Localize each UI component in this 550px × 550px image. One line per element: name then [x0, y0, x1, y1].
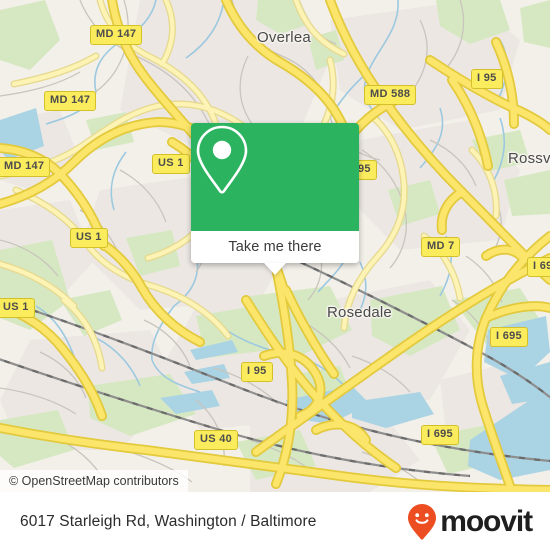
shield-i-95-top: I 95 — [471, 69, 503, 89]
place-label-rossville: Rossv — [508, 150, 550, 167]
map-attribution[interactable]: © OpenStreetMap contributors — [0, 470, 188, 492]
shield-md-147-north: MD 147 — [90, 25, 143, 45]
shield-md-588: MD 588 — [364, 85, 417, 105]
place-label-overlea: Overlea — [257, 29, 311, 46]
callout-pin-area — [191, 123, 359, 231]
moovit-map-screen: Overlea Rossv Rosedale MD 147 MD 147 MD … — [0, 0, 550, 550]
shield-i-95-bottom: I 95 — [241, 362, 273, 382]
shield-us-1-upper: US 1 — [152, 154, 190, 174]
map-canvas[interactable]: Overlea Rossv Rosedale MD 147 MD 147 MD … — [0, 0, 550, 492]
callout-tail-triangle — [264, 263, 286, 275]
bottom-bar: 6017 Starleigh Rd, Washington / Baltimor… — [0, 492, 550, 550]
take-me-there-label: Take me there — [228, 239, 322, 255]
callout-action-bar[interactable]: Take me there — [191, 231, 359, 275]
location-callout-card[interactable]: Take me there — [191, 123, 359, 275]
shield-i-695-upper: I 695 — [490, 327, 528, 347]
moovit-wordmark: moovit — [440, 504, 533, 538]
address-label: 6017 Starleigh Rd, Washington / Baltimor… — [20, 512, 317, 530]
moovit-pin-smile-icon — [408, 503, 437, 540]
shield-i-695-lower: I 695 — [421, 425, 459, 445]
shield-us-1-lower: US 1 — [0, 298, 35, 318]
shield-us-40: US 40 — [194, 430, 239, 450]
shield-md-7: MD 7 — [421, 237, 461, 257]
moovit-logo[interactable]: moovit — [407, 503, 533, 541]
location-pin-icon — [196, 125, 248, 194]
shield-md-147-left: MD 147 — [0, 157, 51, 177]
attribution-text: © OpenStreetMap contributors — [9, 474, 179, 488]
shield-md-147-west: MD 147 — [44, 91, 97, 111]
place-label-rosedale: Rosedale — [327, 304, 392, 321]
shield-i-695-right: I 69 — [527, 257, 550, 277]
shield-us-1-mid: US 1 — [70, 228, 108, 248]
